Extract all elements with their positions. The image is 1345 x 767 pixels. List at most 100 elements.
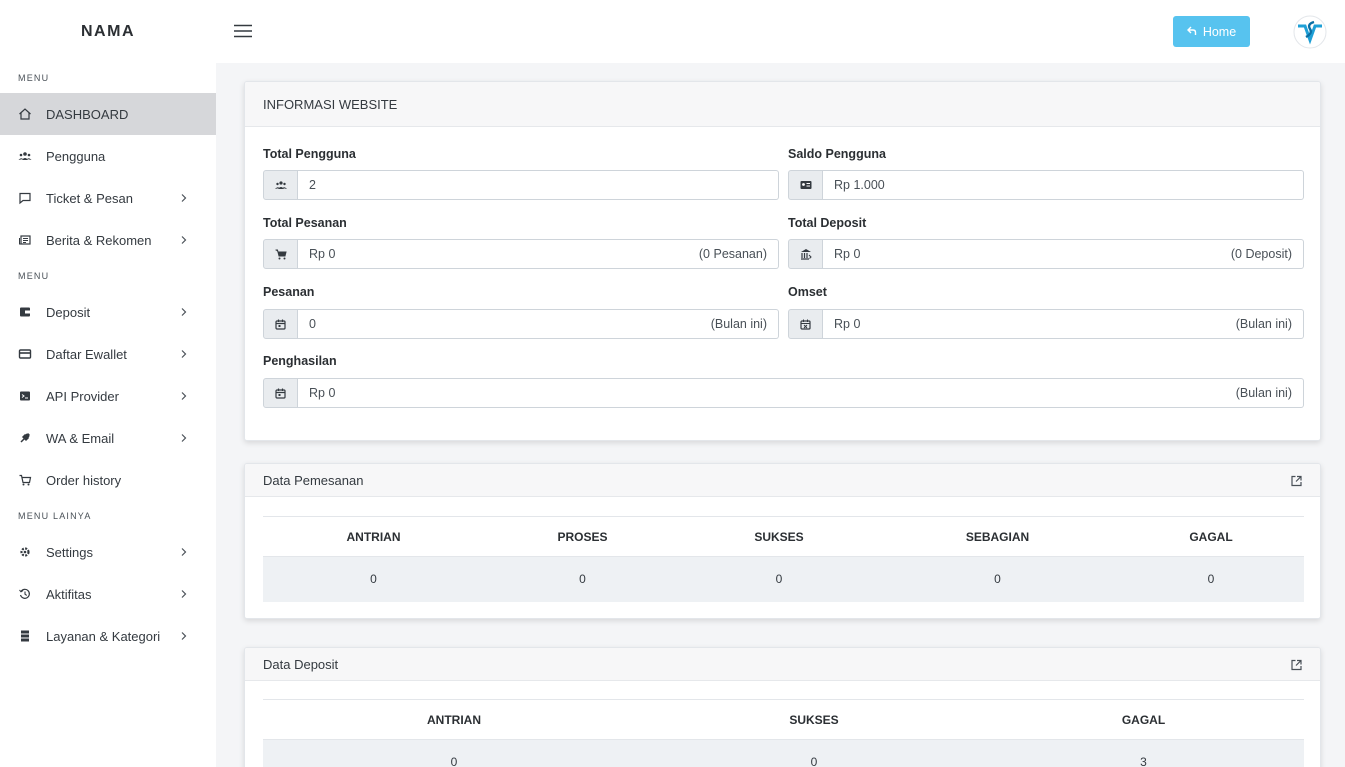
table-row: 0 0 0 0 0 xyxy=(263,556,1304,602)
omset-field[interactable]: Rp 0 (Bulan ini) xyxy=(788,309,1304,339)
menu-toggle-icon[interactable] xyxy=(234,24,252,38)
brand-logo[interactable] xyxy=(1293,15,1327,49)
total-pesanan-field[interactable]: Rp 0 (0 Pesanan) xyxy=(263,239,779,269)
chevron-right-icon xyxy=(180,631,190,641)
reply-icon xyxy=(1186,25,1197,39)
sidebar-item-dashboard[interactable]: DASHBOARD xyxy=(0,93,216,135)
menu-section-title: MENU xyxy=(18,73,50,83)
table-cell: 0 xyxy=(263,556,484,602)
message-icon xyxy=(18,191,32,205)
sidebar-item-daftar-ewallet[interactable]: Daftar Ewallet xyxy=(0,333,216,375)
bank-icon xyxy=(788,239,823,269)
sidebar-item-label: Aktifitas xyxy=(46,586,92,602)
total-pengguna-input[interactable]: 2 xyxy=(298,170,779,200)
sidebar-item-label: DASHBOARD xyxy=(46,106,129,122)
sidebar-item-label: Ticket & Pesan xyxy=(46,190,133,206)
card-title: Data Pemesanan xyxy=(263,472,364,488)
sidebar-item-pengguna[interactable]: Pengguna xyxy=(0,135,216,177)
calendar-x-icon xyxy=(788,309,823,339)
chevron-right-icon xyxy=(180,433,190,443)
external-link-icon[interactable] xyxy=(1291,659,1302,671)
total-deposit-input[interactable]: Rp 0 (0 Deposit) xyxy=(823,239,1304,269)
omset-value: Rp 0 xyxy=(834,317,861,331)
total-pengguna-label: Total Pengguna xyxy=(263,147,356,161)
deposit-card: Data Deposit ANTRIAN SUKSES GAGAL 0 0 3 xyxy=(244,647,1321,767)
total-pesanan-label: Total Pesanan xyxy=(263,216,347,230)
external-link-icon[interactable] xyxy=(1291,475,1302,487)
column-header: SUKSES xyxy=(645,699,983,740)
table-cell: 0 xyxy=(681,556,877,602)
terminal-icon xyxy=(18,389,32,403)
history-icon xyxy=(18,587,32,601)
card-header: Data Deposit xyxy=(245,648,1320,681)
server-icon xyxy=(18,629,32,643)
penghasilan-value: Rp 0 xyxy=(309,386,336,400)
table-cell: 0 xyxy=(484,556,681,602)
total-deposit-field[interactable]: Rp 0 (0 Deposit) xyxy=(788,239,1304,269)
sidebar-item-label: Deposit xyxy=(46,304,91,320)
table-cell: 0 xyxy=(1118,556,1304,602)
omset-label: Omset xyxy=(788,285,827,299)
users-icon xyxy=(18,149,32,163)
sidebar-item-label: Layanan & Kategori xyxy=(46,628,161,644)
plug-icon xyxy=(18,431,32,445)
chevron-right-icon xyxy=(180,307,190,317)
top-bar: Home xyxy=(216,0,1345,63)
sidebar-item-settings[interactable]: Settings xyxy=(0,531,216,573)
column-header: SEBAGIAN xyxy=(877,516,1118,557)
sidebar-item-order-history[interactable]: Order history xyxy=(0,459,216,501)
sidebar-item-label: WA & Email xyxy=(46,430,115,446)
saldo-pengguna-label: Saldo Pengguna xyxy=(788,147,886,161)
omset-suffix: (Bulan ini) xyxy=(1235,317,1292,331)
sidebar-item-label: Pengguna xyxy=(46,148,106,164)
total-pesanan-input[interactable]: Rp 0 (0 Pesanan) xyxy=(298,239,779,269)
table-cell: 0 xyxy=(645,739,983,767)
card-header: Data Pemesanan xyxy=(245,464,1320,497)
sidebar-item-layanan-kategori[interactable]: Layanan & Kategori xyxy=(0,615,216,657)
table-header-row: ANTRIAN SUKSES GAGAL xyxy=(263,699,1304,740)
total-deposit-label: Total Deposit xyxy=(788,216,867,230)
pesanan-suffix: (Bulan ini) xyxy=(710,317,767,331)
penghasilan-field[interactable]: Rp 0 (Bulan ini) xyxy=(263,378,1304,408)
pemesanan-table: ANTRIAN PROSES SUKSES SEBAGIAN GAGAL 0 0… xyxy=(263,516,1304,602)
cart-icon xyxy=(18,473,32,487)
calendar-icon xyxy=(263,309,298,339)
home-button[interactable]: Home xyxy=(1173,16,1250,47)
saldo-pengguna-field[interactable]: Rp 1.000 xyxy=(788,170,1304,200)
pesanan-field[interactable]: 0 (Bulan ini) xyxy=(263,309,779,339)
table-header-row: ANTRIAN PROSES SUKSES SEBAGIAN GAGAL xyxy=(263,516,1304,557)
chevron-right-icon xyxy=(180,547,190,557)
pesanan-input[interactable]: 0 (Bulan ini) xyxy=(298,309,779,339)
omset-input[interactable]: Rp 0 (Bulan ini) xyxy=(823,309,1304,339)
total-deposit-suffix: (0 Deposit) xyxy=(1230,247,1292,261)
sidebar-item-berita-rekomen[interactable]: Berita & Rekomen xyxy=(0,219,216,261)
menu-section-title: MENU LAINYA xyxy=(18,511,92,521)
calendar-icon xyxy=(263,378,298,408)
penghasilan-label: Penghasilan xyxy=(263,354,337,368)
column-header: SUKSES xyxy=(681,516,877,557)
total-pesanan-value: Rp 0 xyxy=(309,247,336,261)
sidebar-item-api-provider[interactable]: API Provider xyxy=(0,375,216,417)
column-header: ANTRIAN xyxy=(263,699,645,740)
users-icon xyxy=(263,170,298,200)
total-pengguna-field[interactable]: 2 xyxy=(263,170,779,200)
sidebar-item-aktifitas[interactable]: Aktifitas xyxy=(0,573,216,615)
chevron-right-icon xyxy=(180,193,190,203)
penghasilan-input[interactable]: Rp 0 (Bulan ini) xyxy=(298,378,1304,408)
table-cell: 3 xyxy=(983,739,1304,767)
news-icon xyxy=(18,233,32,247)
column-header: GAGAL xyxy=(1118,516,1304,557)
sidebar-item-label: Settings xyxy=(46,544,93,560)
column-header: ANTRIAN xyxy=(263,516,484,557)
chevron-right-icon xyxy=(180,349,190,359)
cart-icon xyxy=(263,239,298,269)
table-row: 0 0 3 xyxy=(263,739,1304,767)
saldo-pengguna-input[interactable]: Rp 1.000 xyxy=(823,170,1304,200)
saldo-pengguna-value: Rp 1.000 xyxy=(834,178,885,192)
sidebar-item-label: Berita & Rekomen xyxy=(46,232,152,248)
total-pengguna-value: 2 xyxy=(309,178,316,192)
sidebar-item-ticket-pesan[interactable]: Ticket & Pesan xyxy=(0,177,216,219)
sidebar-item-wa-email[interactable]: WA & Email xyxy=(0,417,216,459)
sidebar-item-deposit[interactable]: Deposit xyxy=(0,291,216,333)
wallet-icon xyxy=(18,305,32,319)
